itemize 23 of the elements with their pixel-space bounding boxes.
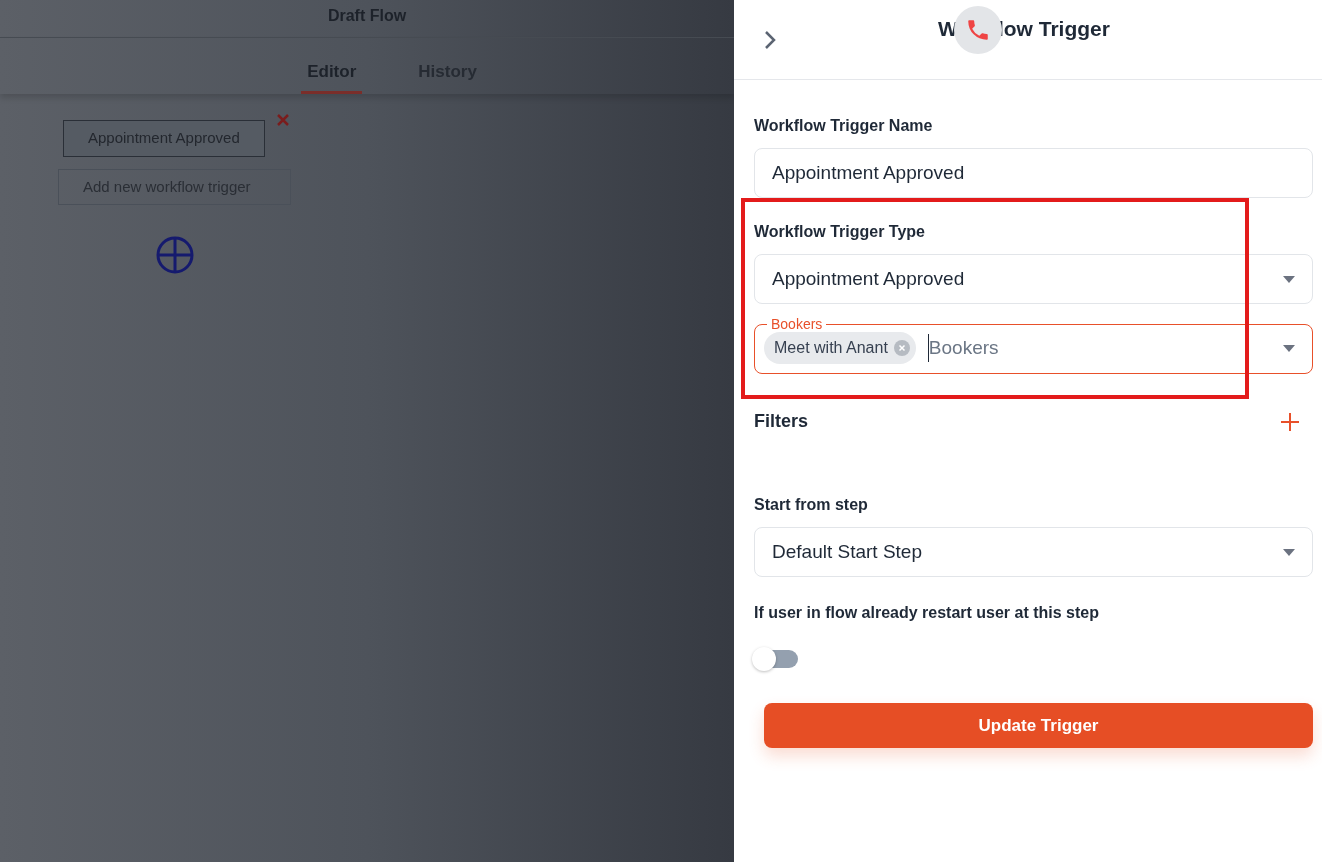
caret-icon [1283, 344, 1295, 352]
crosshair-icon[interactable] [155, 235, 195, 275]
search-input[interactable]: Bookers [927, 333, 1271, 363]
chevron-right-icon[interactable] [764, 29, 776, 50]
close-icon[interactable] [276, 114, 289, 126]
chip[interactable]: Meet with Anant [764, 332, 916, 364]
update-trigger-button[interactable]: Update Trigger [764, 703, 1313, 748]
field-label: Start from step [754, 495, 869, 515]
field-label: Workflow Trigger Type [754, 222, 926, 242]
caret-icon [1283, 275, 1295, 283]
caret-icon [1283, 548, 1295, 556]
select-field[interactable]: Appointment Approved [754, 254, 1313, 304]
field-label: Workflow Trigger Name [754, 116, 934, 136]
text-field[interactable]: Appointment Approved [754, 148, 1313, 198]
select-field[interactable]: Default Start Step [754, 527, 1313, 577]
floating-label: Bookers [770, 316, 824, 332]
chip-label: Meet with Anant [774, 338, 888, 358]
multi-select-field[interactable]: Bookers Meet with Anant Bookers [754, 316, 1313, 374]
section-heading: Filters [754, 410, 809, 433]
plus-icon[interactable] [1281, 412, 1299, 431]
toggle-switch[interactable] [752, 647, 798, 671]
field-label: If user in flow already restart user at this step [754, 603, 1100, 623]
remove-icon[interactable] [893, 340, 910, 356]
